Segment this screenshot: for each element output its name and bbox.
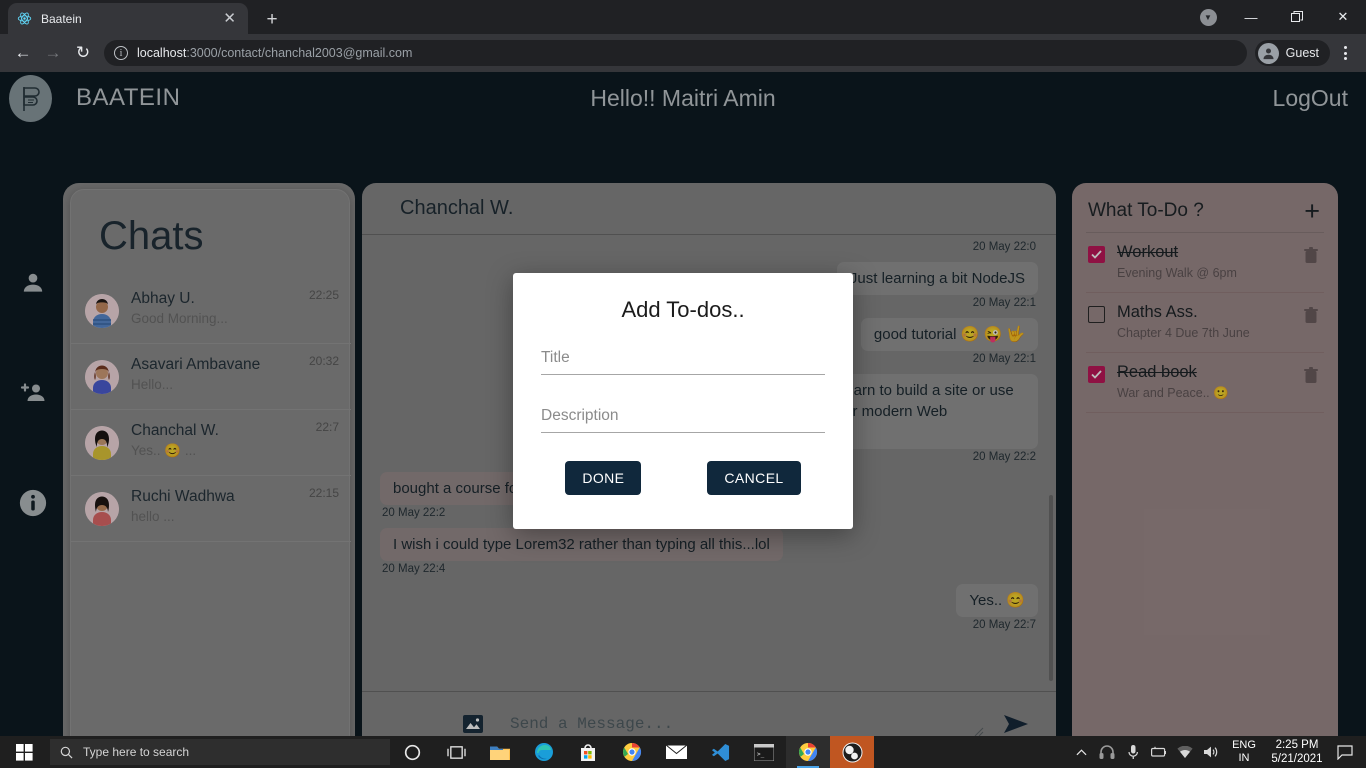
forward-arrow-icon[interactable]: → (38, 38, 68, 68)
notification-icon[interactable] (1330, 744, 1360, 760)
react-atom-icon (16, 11, 32, 27)
todo-description-input[interactable] (541, 407, 825, 425)
microphone-icon[interactable] (1120, 736, 1146, 768)
description-field (541, 403, 825, 433)
battery-icon[interactable] (1146, 736, 1172, 768)
language-line-1: ENG (1232, 739, 1256, 751)
headphones-icon[interactable] (1094, 736, 1120, 768)
modal-title: Add To-dos.. (621, 297, 745, 322)
back-arrow-icon[interactable]: ← (8, 38, 38, 68)
windows-start-icon[interactable] (0, 736, 48, 768)
url-host: localhost (137, 46, 187, 60)
todo-title-input[interactable] (541, 349, 825, 367)
caret-down-icon[interactable]: ▼ (1188, 0, 1228, 34)
clock-time: 2:25 PM (1275, 739, 1319, 751)
search-icon (60, 746, 73, 758)
volume-icon[interactable] (1198, 736, 1224, 768)
done-button[interactable]: DONE (565, 461, 642, 495)
cortana-icon[interactable] (390, 736, 434, 768)
task-view-icon[interactable] (434, 736, 478, 768)
taskbar-search-placeholder: Type here to search (83, 745, 190, 759)
title-field (541, 345, 825, 375)
profile-chip[interactable]: Guest (1254, 40, 1330, 66)
profile-label: Guest (1285, 46, 1319, 60)
svg-text:>_: >_ (757, 751, 765, 758)
kebab-menu-icon[interactable] (1332, 38, 1358, 68)
microsoft-store-icon[interactable] (566, 736, 610, 768)
close-icon[interactable]: ✕ (1320, 0, 1366, 34)
windows-taskbar: Type here to search >_ ENG IN 2:25 PM 5/… (0, 736, 1366, 768)
modal-actions: DONE CANCEL (541, 461, 825, 495)
cancel-button[interactable]: CANCEL (707, 461, 801, 495)
address-bar[interactable]: i localhost:3000/contact/chanchal2003@gm… (104, 40, 1247, 66)
system-tray: ENG IN 2:25 PM 5/21/2021 (1068, 736, 1366, 768)
chrome-active-icon[interactable] (786, 736, 830, 768)
url-path: :3000/contact/chanchal2003@gmail.com (186, 46, 413, 60)
clock[interactable]: 2:25 PM 5/21/2021 (1264, 738, 1330, 766)
baatein-app: BAATEIN Hello!! Maitri Amin LogOut Chats (0, 72, 1366, 755)
new-tab-button[interactable]: + (258, 8, 286, 32)
terminal-icon[interactable]: >_ (742, 736, 786, 768)
minimize-icon[interactable]: — (1228, 0, 1274, 34)
edge-icon[interactable] (522, 736, 566, 768)
window-controls: ▼ — ✕ (1188, 0, 1366, 34)
obs-icon[interactable] (830, 736, 874, 768)
address-bar-url: localhost:3000/contact/chanchal2003@gmai… (137, 46, 412, 60)
account-circle-icon (1257, 42, 1279, 64)
wifi-icon[interactable] (1172, 736, 1198, 768)
browser-tab-strip: Baatein ✕ + ▼ — ✕ (0, 0, 1366, 34)
clock-date: 5/21/2021 (1271, 753, 1323, 765)
mail-icon[interactable] (654, 736, 698, 768)
browser-tab-title: Baatein (41, 11, 82, 26)
language-indicator[interactable]: ENG IN (1224, 739, 1264, 765)
add-todo-modal: Add To-dos.. DONE CANCEL (513, 273, 853, 529)
taskbar-search[interactable]: Type here to search (50, 739, 390, 765)
language-line-2: IN (1238, 752, 1250, 764)
file-explorer-icon[interactable] (478, 736, 522, 768)
reload-icon[interactable]: ↻ (68, 38, 98, 68)
chrome-icon[interactable] (610, 736, 654, 768)
info-circle-icon[interactable]: i (114, 46, 128, 60)
maximize-icon[interactable] (1274, 0, 1320, 34)
vscode-icon[interactable] (698, 736, 742, 768)
close-icon[interactable]: ✕ (219, 11, 240, 26)
browser-tab[interactable]: Baatein ✕ (8, 3, 248, 34)
chevron-up-icon[interactable] (1068, 736, 1094, 768)
browser-toolbar: ← → ↻ i localhost:3000/contact/chanchal2… (0, 34, 1366, 72)
